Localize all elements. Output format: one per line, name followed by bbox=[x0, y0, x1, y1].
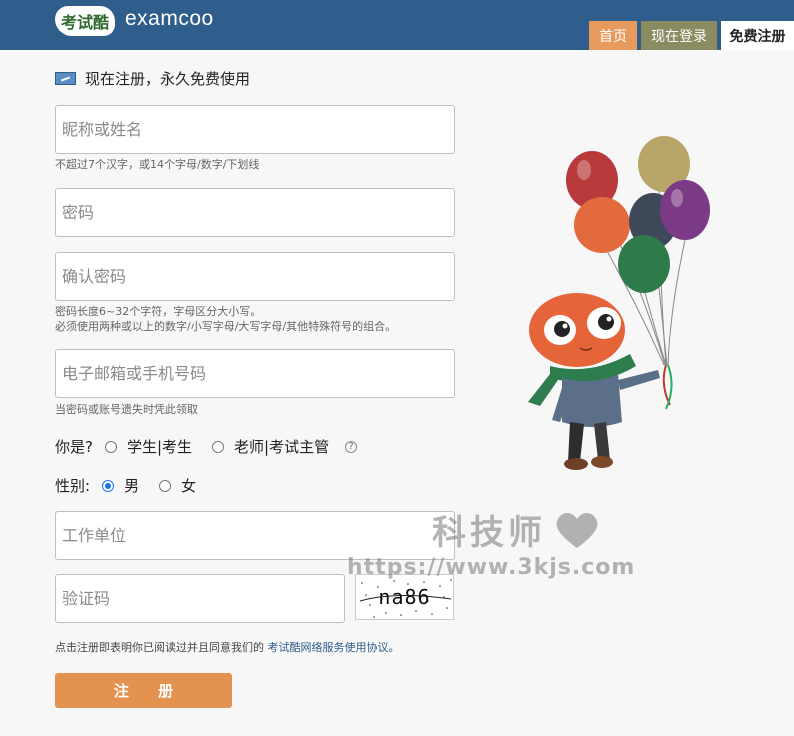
top-header: 考试酷 examcoo 首页 现在登录 免费注册 bbox=[0, 0, 794, 50]
role-student-radio[interactable] bbox=[104, 440, 117, 453]
nav-tab-login[interactable]: 现在登录 bbox=[641, 21, 717, 50]
watermark-text: 科技师 bbox=[432, 513, 546, 553]
email-hint: 当密码或账号遗失时凭此领取 bbox=[55, 403, 198, 416]
agreement-link[interactable]: 考试酷网络服务使用协议。 bbox=[268, 641, 400, 654]
gender-label: 性别: bbox=[55, 477, 91, 495]
form-title: 现在注册，永久免费使用 bbox=[85, 70, 251, 88]
logo-badge[interactable]: 考试酷 bbox=[55, 6, 115, 36]
watermark: 科技师 https://www.3kjs.com bbox=[347, 505, 634, 580]
captcha-image[interactable]: na86 bbox=[355, 574, 454, 620]
agreement-lead: 点击注册即表明你已阅读过并且同意我们的 bbox=[55, 641, 264, 654]
role-option-teacher[interactable]: 老师|考试主管 bbox=[212, 436, 329, 457]
gender-male-label[interactable]: 男 bbox=[124, 475, 139, 496]
brand-name[interactable]: examcoo bbox=[125, 7, 214, 31]
heart-icon bbox=[556, 512, 598, 548]
password-input[interactable] bbox=[55, 188, 455, 237]
password-hint-1: 密码长度6~32个字符，字母区分大小写。 bbox=[55, 305, 262, 318]
confirm-password-input[interactable] bbox=[55, 252, 455, 301]
company-input[interactable] bbox=[55, 511, 455, 560]
role-teacher-label[interactable]: 老师|考试主管 bbox=[234, 436, 329, 457]
gender-row: 性别: 男 女 bbox=[55, 475, 216, 496]
email-phone-input[interactable] bbox=[55, 349, 455, 398]
gender-option-male[interactable]: 男 bbox=[102, 475, 139, 496]
gender-male-radio[interactable] bbox=[102, 479, 115, 492]
role-option-student[interactable]: 学生|考生 bbox=[104, 436, 192, 457]
captcha-text: na86 bbox=[378, 585, 431, 609]
mascot-balloons-illustration bbox=[528, 136, 710, 470]
role-label: 你是? bbox=[55, 438, 93, 456]
register-button[interactable]: 注 册 bbox=[55, 673, 232, 708]
watermark-url: https://www.3kjs.com bbox=[347, 555, 636, 580]
question-circle-icon[interactable]: ? bbox=[345, 440, 358, 453]
gender-female-radio[interactable] bbox=[159, 479, 172, 492]
role-teacher-radio[interactable] bbox=[212, 440, 225, 453]
gender-option-female[interactable]: 女 bbox=[159, 475, 196, 496]
role-student-label[interactable]: 学生|考生 bbox=[127, 436, 192, 457]
edit-icon bbox=[55, 72, 76, 85]
password-hint-2: 必须使用两种或以上的数字/小写字母/大写字母/其他特殊符号的组合。 bbox=[55, 320, 397, 333]
gender-female-label[interactable]: 女 bbox=[181, 475, 196, 496]
nickname-input[interactable] bbox=[55, 105, 455, 154]
agreement-text: 点击注册即表明你已阅读过并且同意我们的 考试酷网络服务使用协议。 bbox=[55, 639, 400, 655]
role-row: 你是? 学生|考生 老师|考试主管 ? bbox=[55, 436, 358, 457]
captcha-input[interactable] bbox=[55, 574, 345, 623]
nav-tab-register[interactable]: 免费注册 bbox=[721, 21, 794, 50]
nickname-hint: 不超过7个汉字，或14个字母/数字/下划线 bbox=[55, 158, 260, 171]
form-title-row: 现在注册，永久免费使用 bbox=[55, 68, 250, 89]
nav-tab-home[interactable]: 首页 bbox=[589, 21, 637, 50]
